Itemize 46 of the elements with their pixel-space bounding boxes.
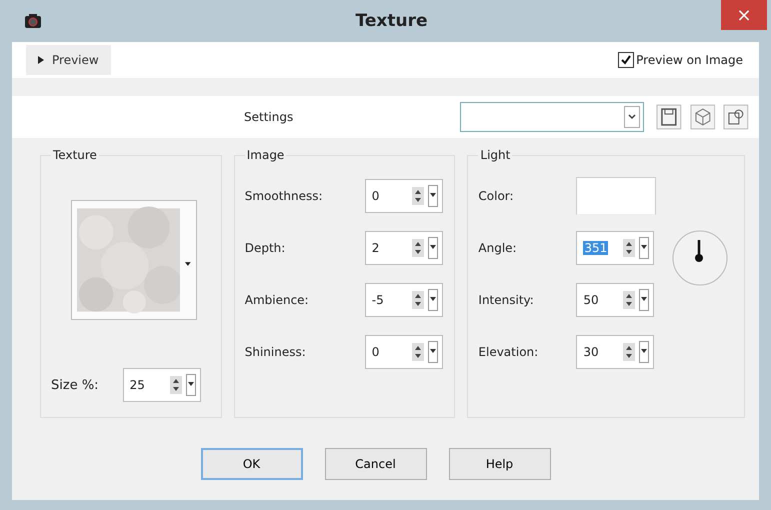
close-button[interactable]: ×	[721, 0, 767, 30]
window-title: Texture	[354, 11, 428, 31]
save-icon[interactable]	[656, 104, 682, 130]
spin-arrows-icon[interactable]	[412, 291, 424, 309]
field-label: Smoothness:	[244, 189, 324, 203]
dropdown-arrow-icon	[185, 262, 191, 266]
field-label: Intensity:	[478, 293, 535, 307]
group-title: Light	[479, 148, 512, 162]
spinbox[interactable]: 50	[576, 283, 654, 317]
spin-arrows-icon[interactable]	[412, 239, 424, 257]
size-spinbox[interactable]: 25	[122, 368, 201, 402]
group-title: Image	[246, 148, 286, 162]
camera-icon	[24, 13, 42, 29]
angle-dial-icon[interactable]	[670, 228, 730, 288]
field-label: Shininess:	[244, 345, 307, 359]
spinbox[interactable]: 2	[364, 231, 443, 265]
spin-arrows-icon[interactable]	[623, 343, 636, 361]
settings-label: Settings	[244, 110, 294, 124]
dice-icon[interactable]	[690, 104, 716, 130]
spin-arrows-icon[interactable]	[170, 376, 182, 394]
field-label: Size %:	[51, 378, 99, 392]
spinbox[interactable]: 0	[364, 179, 443, 213]
group-title: Texture	[52, 148, 98, 162]
field-label: Color:	[478, 189, 515, 203]
chevron-down-icon	[624, 106, 640, 128]
checkbox[interactable]	[618, 52, 634, 68]
spin-arrows-icon[interactable]	[623, 239, 636, 257]
checkmark-icon	[620, 54, 632, 66]
spinbox[interactable]: 0	[364, 335, 443, 369]
settings-dropdown[interactable]	[460, 102, 644, 132]
preset-manager-icon[interactable]	[723, 104, 749, 130]
field-label: Elevation:	[478, 345, 540, 359]
field-label: Ambience:	[244, 293, 310, 307]
preview-toggle[interactable]: Preview	[26, 45, 111, 75]
dialog-button[interactable]: Cancel	[324, 448, 426, 480]
spinbox[interactable]: -5	[364, 283, 443, 317]
spinbox[interactable]: 30	[576, 335, 654, 369]
field-label: Depth:	[244, 241, 286, 255]
dialog-button[interactable]: Help	[448, 448, 550, 480]
color-swatch[interactable]	[576, 177, 656, 215]
checkbox-label[interactable]: Preview on Image	[636, 53, 743, 67]
dialog-button[interactable]: OK	[200, 448, 302, 480]
spin-arrows-icon[interactable]	[623, 291, 636, 309]
field-label: Angle:	[478, 241, 518, 255]
spin-arrows-icon[interactable]	[412, 187, 424, 205]
spin-arrows-icon[interactable]	[412, 343, 424, 361]
